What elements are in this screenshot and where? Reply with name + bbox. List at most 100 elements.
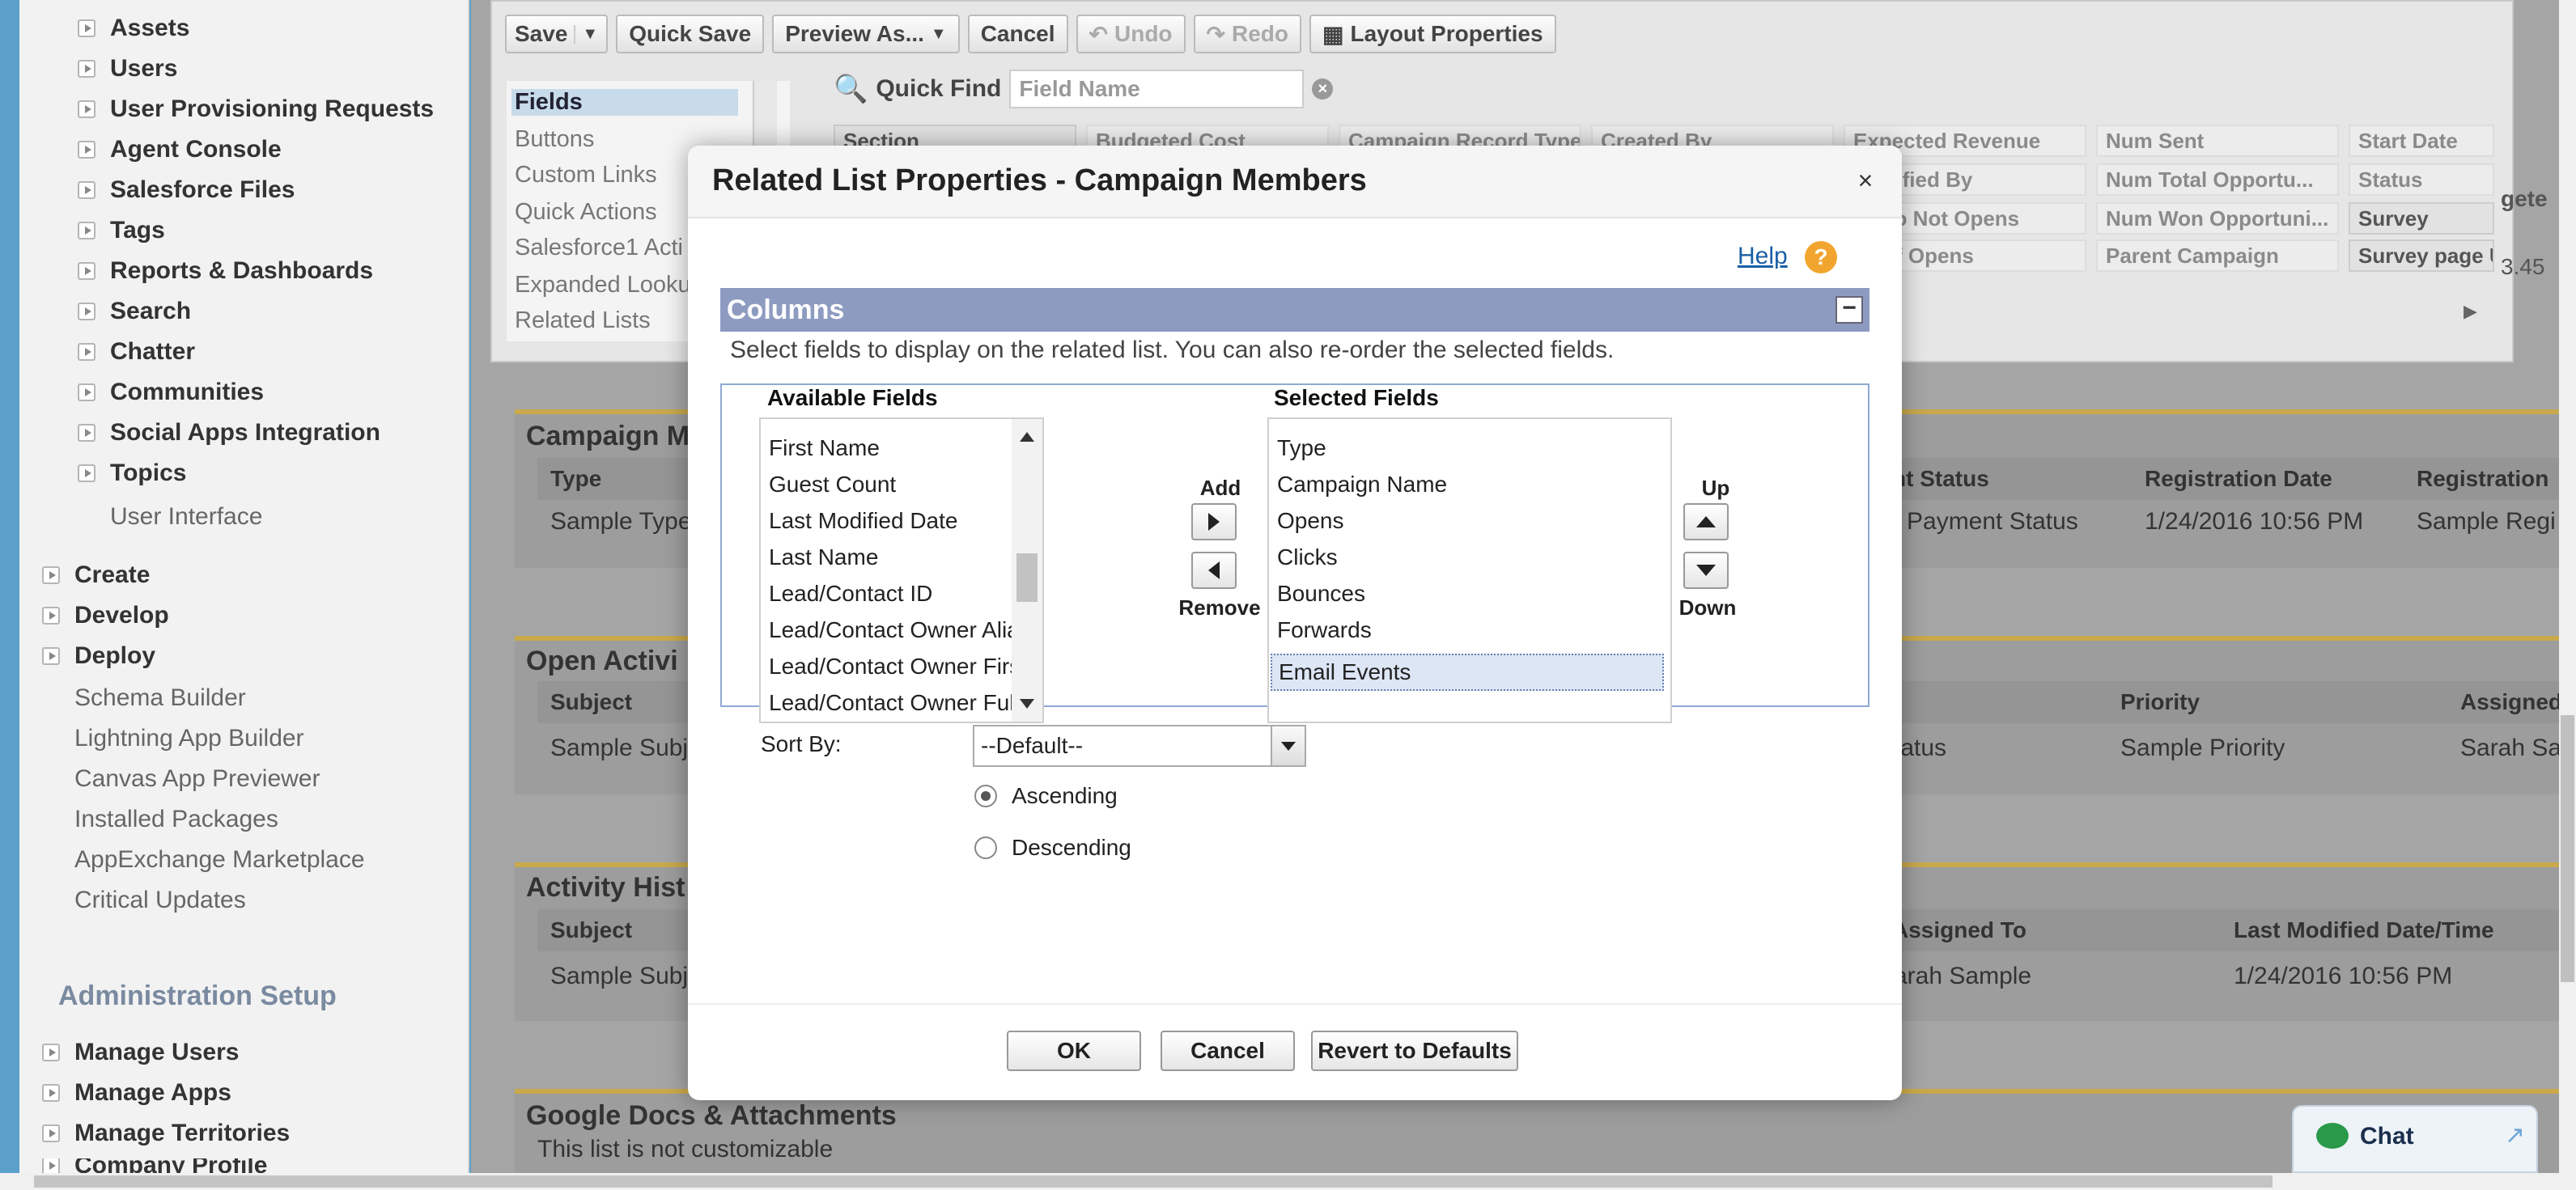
add-button[interactable] <box>1191 503 1237 540</box>
vertical-scrollbar[interactable] <box>2559 0 2576 1173</box>
chevron-down-icon[interactable] <box>1271 726 1305 765</box>
sidebar-item-users[interactable]: Users <box>78 55 177 83</box>
selected-fields-listbox[interactable]: Type Campaign Name Opens Clicks Bounces … <box>1267 417 1672 723</box>
list-item[interactable]: Lead/Contact Owner First Name <box>769 654 1042 680</box>
help-link[interactable]: Help <box>1738 243 1788 270</box>
list-item[interactable]: Lead/Contact Owner Full Name <box>769 690 1042 716</box>
expand-toggle-icon[interactable] <box>42 1124 60 1142</box>
sidebar-item-social-apps[interactable]: Social Apps Integration <box>78 419 380 447</box>
expand-icon[interactable]: ↗ <box>2505 1121 2525 1150</box>
sidebar-link-critical-updates[interactable]: Critical Updates <box>74 887 246 914</box>
list-item[interactable]: Campaign Name <box>1277 472 1447 498</box>
sidebar-item-assets[interactable]: Assets <box>78 15 189 42</box>
sidebar-item-reports-dashboards[interactable]: Reports & Dashboards <box>78 257 373 285</box>
save-button[interactable]: Save ▼ <box>505 15 609 53</box>
list-item[interactable]: Opens <box>1277 508 1344 534</box>
palette-field[interactable]: Survey page U <box>2349 239 2494 272</box>
expand-toggle-icon[interactable] <box>78 343 95 361</box>
list-item[interactable]: Bounces <box>1277 581 1365 607</box>
horizontal-scrollbar-thumb[interactable] <box>34 1175 2273 1188</box>
expand-toggle-icon[interactable] <box>42 647 60 665</box>
move-down-button[interactable] <box>1683 552 1729 589</box>
scroll-right-icon[interactable]: ▶ <box>2464 301 2477 322</box>
sidebar-item-manage-territories[interactable]: Manage Territories <box>42 1120 290 1147</box>
expand-toggle-icon[interactable] <box>78 60 95 78</box>
ascending-radio[interactable] <box>974 785 997 807</box>
layout-properties-button[interactable]: ▦ Layout Properties <box>1309 15 1556 53</box>
ascending-option[interactable]: Ascending <box>974 783 1118 809</box>
sidebar-item-communities[interactable]: Communities <box>78 379 264 406</box>
listbox-scrollbar[interactable] <box>1012 419 1042 722</box>
scroll-up-icon[interactable] <box>1020 432 1034 442</box>
list-item[interactable]: Last Name <box>769 544 878 570</box>
expand-toggle-icon[interactable] <box>42 1084 60 1102</box>
revert-to-defaults-button[interactable]: Revert to Defaults <box>1311 1031 1518 1071</box>
palette-salesforce1-actions[interactable]: Salesforce1 Acti <box>515 235 683 261</box>
expand-toggle-icon[interactable] <box>78 100 95 118</box>
help-icon[interactable]: ? <box>1805 241 1837 273</box>
remove-button[interactable] <box>1191 552 1237 589</box>
expand-toggle-icon[interactable] <box>78 19 95 37</box>
palette-field[interactable]: Start Date <box>2349 125 2494 157</box>
palette-fields[interactable]: Fields <box>511 89 738 116</box>
palette-field[interactable]: Num Won Opportuni... <box>2096 202 2339 235</box>
chat-widget[interactable]: Chat ↗ <box>2292 1105 2538 1173</box>
sidebar-item-user-provisioning[interactable]: User Provisioning Requests <box>78 95 434 123</box>
palette-field[interactable]: Num Total Opportu... <box>2096 163 2339 196</box>
undo-button[interactable]: ↶ Undo <box>1076 15 1186 53</box>
sidebar-item-tags[interactable]: Tags <box>78 217 165 244</box>
expand-toggle-icon[interactable] <box>78 141 95 159</box>
quick-find-input[interactable]: Field Name <box>1009 70 1305 108</box>
clear-icon[interactable]: × <box>1312 78 1334 100</box>
sidebar-item-chatter[interactable]: Chatter <box>78 338 195 366</box>
scrollbar-thumb[interactable] <box>1016 553 1038 602</box>
sidebar-item-salesforce-files[interactable]: Salesforce Files <box>78 176 295 204</box>
list-item[interactable]: Type <box>1277 435 1326 461</box>
cancel-button[interactable]: Cancel <box>1161 1031 1295 1071</box>
sidebar-item-agent-console[interactable]: Agent Console <box>78 136 282 163</box>
sidebar-group-create[interactable]: Create <box>42 561 150 589</box>
expand-toggle-icon[interactable] <box>78 262 95 280</box>
sidebar-item-manage-apps[interactable]: Manage Apps <box>42 1079 231 1107</box>
list-item[interactable]: Last Modified Date <box>769 508 957 534</box>
sidebar-link-schema-builder[interactable]: Schema Builder <box>74 684 246 712</box>
sidebar-group-develop[interactable]: Develop <box>42 602 169 629</box>
sidebar-item-topics[interactable]: Topics <box>78 459 186 487</box>
sidebar-link-canvas-app-previewer[interactable]: Canvas App Previewer <box>74 765 320 793</box>
sidebar-link-appexchange[interactable]: AppExchange Marketplace <box>74 846 365 874</box>
ok-button[interactable]: OK <box>1007 1031 1141 1071</box>
chevron-down-icon[interactable]: ▼ <box>574 24 598 44</box>
palette-field[interactable]: Parent Campaign <box>2096 239 2339 272</box>
redo-button[interactable]: ↷ Redo <box>1193 15 1301 53</box>
palette-expanded-lookups[interactable]: Expanded Looku <box>515 272 691 299</box>
descending-radio[interactable] <box>974 836 997 859</box>
list-item[interactable]: Clicks <box>1277 544 1338 570</box>
move-up-button[interactable] <box>1683 503 1729 540</box>
list-item[interactable]: Forwards <box>1277 617 1372 643</box>
palette-related-lists[interactable]: Related Lists <box>515 307 651 334</box>
list-item[interactable]: First Name <box>769 435 880 461</box>
palette-field[interactable]: Status <box>2349 163 2494 196</box>
scroll-down-icon[interactable] <box>1020 699 1034 709</box>
list-item[interactable]: Lead/Contact ID <box>769 581 932 607</box>
expand-toggle-icon[interactable] <box>42 1044 60 1061</box>
expand-toggle-icon[interactable] <box>42 607 60 625</box>
expand-toggle-icon[interactable] <box>78 303 95 320</box>
expand-toggle-icon[interactable] <box>42 1158 60 1173</box>
list-item[interactable]: Guest Count <box>769 472 896 498</box>
sidebar-link-lightning-app-builder[interactable]: Lightning App Builder <box>74 725 304 752</box>
expand-toggle-icon[interactable] <box>78 424 95 442</box>
sidebar-item-user-interface[interactable]: User Interface <box>110 503 262 531</box>
expand-toggle-icon[interactable] <box>78 383 95 401</box>
vertical-scrollbar-thumb[interactable] <box>2561 715 2574 982</box>
collapse-icon[interactable]: − <box>1835 296 1863 324</box>
sidebar-group-deploy[interactable]: Deploy <box>42 642 155 670</box>
list-item-selected[interactable]: Email Events <box>1271 654 1664 691</box>
expand-toggle-icon[interactable] <box>78 222 95 239</box>
preview-as-button[interactable]: Preview As... ▼ <box>772 15 960 53</box>
descending-option[interactable]: Descending <box>974 835 1131 861</box>
sidebar-item-search[interactable]: Search <box>78 298 191 325</box>
cancel-layout-button[interactable]: Cancel <box>967 15 1068 53</box>
sidebar-item-manage-users[interactable]: Manage Users <box>42 1039 239 1066</box>
palette-custom-links[interactable]: Custom Links <box>515 162 657 188</box>
